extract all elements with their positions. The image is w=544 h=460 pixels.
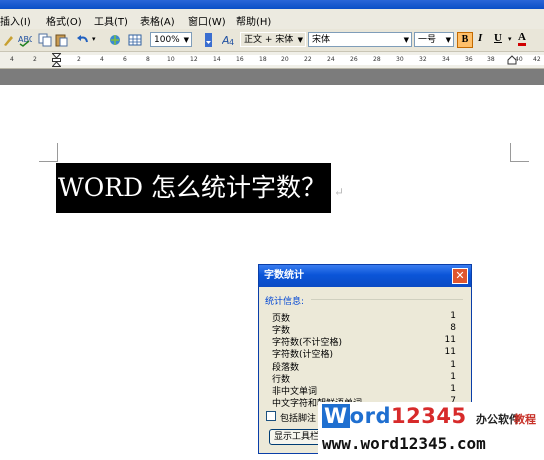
font-select[interactable]: 宋体 ▼ <box>308 32 412 47</box>
workspace-background <box>0 69 544 85</box>
watermark-tagline-accent: 教程 <box>514 413 536 426</box>
app-title-bar <box>0 0 544 9</box>
ruler-tick: 22 <box>304 56 312 63</box>
stat-row: 页数 1 <box>272 311 456 324</box>
stat-value: 1 <box>450 384 456 394</box>
hyperlink-icon[interactable] <box>108 33 122 47</box>
ruler-tick: 16 <box>236 56 244 63</box>
ruler-tick: 14 <box>213 56 221 63</box>
menu-help[interactable]: 帮助(H) <box>236 13 271 28</box>
stat-value: 8 <box>450 323 456 333</box>
ruler-tick: 10 <box>167 56 175 63</box>
toolbar-options-icon[interactable] <box>202 33 216 47</box>
indent-marker-icon[interactable] <box>52 53 61 67</box>
margin-corner-mark <box>510 143 529 162</box>
ruler-tick: 38 <box>487 56 495 63</box>
spell-check-icon[interactable]: ABC <box>18 33 32 47</box>
ruler-tick: 20 <box>281 56 289 63</box>
horizontal-ruler[interactable]: 4 2 2 4 6 8 10 12 14 16 18 20 22 24 26 2… <box>0 52 544 69</box>
group-divider <box>311 299 463 300</box>
formatting-toolbar: ABC ▾ 100% ▼ A4 正文 + 宋体 ▼ 宋体 ▼ 一号 ▼ B I U ▾ … <box>0 29 544 52</box>
dialog-title: 字数统计 <box>259 265 471 287</box>
menu-insert[interactable]: 插入(I) <box>0 13 31 28</box>
ruler-tick: 8 <box>146 56 150 63</box>
svg-text:ABC: ABC <box>18 35 32 44</box>
stat-label: 字符数(计空格) <box>272 350 334 360</box>
italic-button[interactable]: I <box>478 32 482 44</box>
stat-row: 非中文单词 1 <box>272 384 456 397</box>
close-icon[interactable]: ✕ <box>452 268 468 284</box>
ruler-tick: 30 <box>396 56 404 63</box>
chevron-down-icon: ▼ <box>183 36 189 44</box>
zoom-select[interactable]: 100% ▼ <box>150 32 192 47</box>
include-footnotes-label: 包括脚注 <box>280 414 317 424</box>
watermark-url: www.word12345.com <box>322 434 486 453</box>
site-watermark: Word12345 办公软件 教程 www.word12345.com <box>318 402 544 460</box>
underline-button[interactable]: U <box>494 32 502 44</box>
ruler-tick: 42 <box>533 56 541 63</box>
ruler-tick: 6 <box>123 56 127 63</box>
menu-format[interactable]: 格式(O) <box>46 13 82 28</box>
ruler-tick: 26 <box>350 56 358 63</box>
svg-text:4: 4 <box>229 38 234 47</box>
stat-row: 字符数(不计空格) 11 <box>272 335 456 348</box>
stat-row: 字符数(计空格) 11 <box>272 347 456 360</box>
ruler-tick: 28 <box>373 56 381 63</box>
stat-value: 1 <box>450 311 456 321</box>
menu-window[interactable]: 窗口(W) <box>188 13 226 28</box>
statistics-group-label: 统计信息: <box>265 297 305 307</box>
margin-corner-mark <box>39 143 58 162</box>
ruler-tick: 4 <box>10 56 14 63</box>
selected-text-content: WORD 怎么统计字数？ <box>58 173 327 202</box>
chevron-down-icon: ▼ <box>403 36 409 44</box>
paragraph-mark-icon: ↵ <box>333 185 345 199</box>
table-icon[interactable] <box>128 33 142 47</box>
stat-row: 字数 8 <box>272 323 456 336</box>
ruler-tick: 2 <box>33 56 37 63</box>
stat-row: 行数 1 <box>272 372 456 385</box>
paste-icon[interactable] <box>54 33 68 47</box>
underline-dropdown-icon[interactable]: ▾ <box>508 35 512 51</box>
ruler-tick: 36 <box>465 56 473 63</box>
menu-table[interactable]: 表格(A) <box>140 13 175 28</box>
ruler-tick: 18 <box>259 56 267 63</box>
stat-row: 段落数 1 <box>272 360 456 373</box>
menu-tools[interactable]: 工具(T) <box>94 13 128 28</box>
style-select[interactable]: 正文 + 宋体 ▼ <box>240 32 306 47</box>
font-size-select[interactable]: 一号 ▼ <box>414 32 454 47</box>
ruler-tick: 34 <box>442 56 450 63</box>
stat-value: 1 <box>450 372 456 382</box>
watermark-logo: Word12345 <box>322 404 467 428</box>
ruler-tick: 32 <box>419 56 427 63</box>
chevron-down-icon: ▼ <box>445 36 451 44</box>
undo-dropdown-icon[interactable]: ▾ <box>92 35 96 51</box>
ruler-tick: 4 <box>100 56 104 63</box>
include-footnotes-checkbox[interactable] <box>266 411 276 421</box>
copy-icon[interactable] <box>38 33 52 47</box>
brush-icon[interactable] <box>2 33 16 47</box>
menu-bar: 插入(I) 格式(O) 工具(T) 表格(A) 窗口(W) 帮助(H) <box>0 9 544 29</box>
ruler-tick: 40 <box>515 56 523 63</box>
ruler-tick: 12 <box>190 56 198 63</box>
stat-value: 1 <box>450 360 456 370</box>
undo-icon[interactable] <box>76 33 90 47</box>
chevron-down-icon: ▼ <box>297 36 303 44</box>
stat-value: 11 <box>444 347 456 357</box>
bold-button[interactable]: B <box>457 32 473 48</box>
stat-value: 11 <box>444 335 456 345</box>
ruler-tick: 2 <box>77 56 81 63</box>
font-color-button[interactable]: A <box>518 32 526 46</box>
styles-pane-icon[interactable]: A4 <box>222 33 236 47</box>
selected-paragraph[interactable]: WORD 怎么统计字数？ ↵ <box>56 163 344 213</box>
ruler-tick: 24 <box>327 56 335 63</box>
